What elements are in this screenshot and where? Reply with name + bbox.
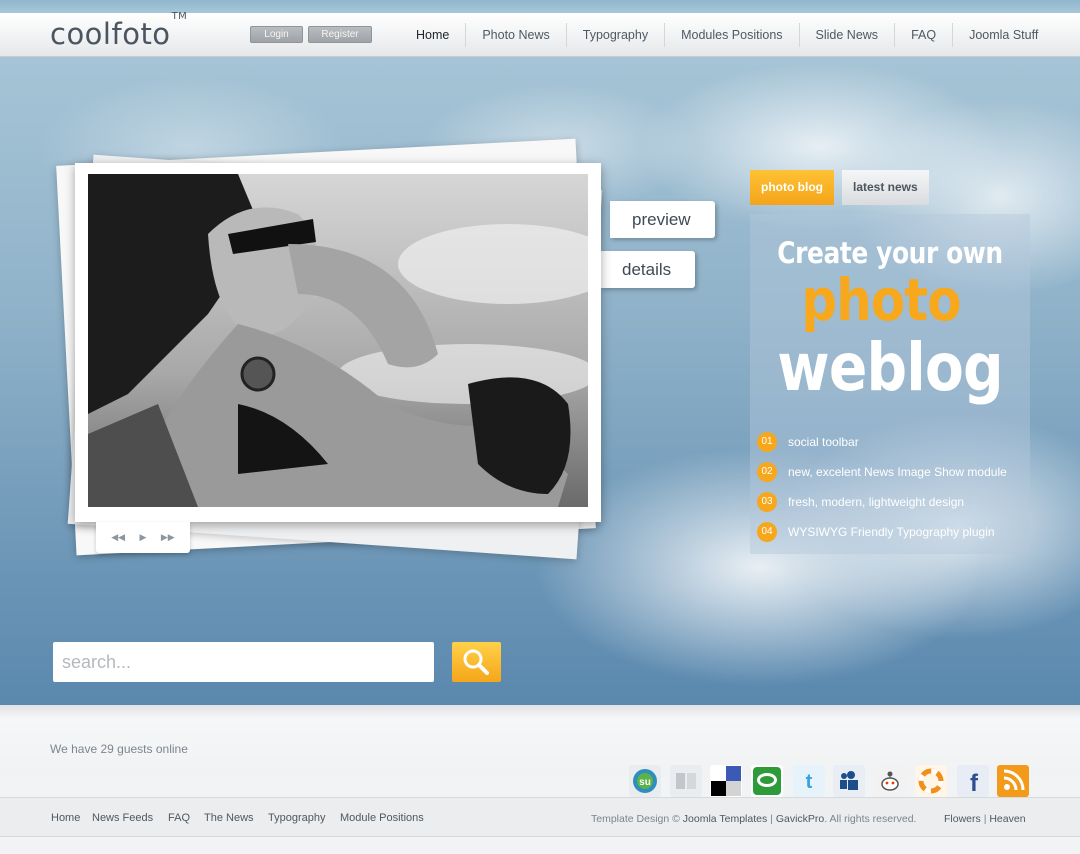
register-button[interactable]: Register: [308, 26, 372, 43]
slideshow-controls: ◀◀ ▶ ▶▶: [96, 522, 190, 553]
feature-text: WYSIWYG Friendly Typography plugin: [788, 525, 995, 539]
login-button[interactable]: Login: [250, 26, 303, 43]
nav-typography[interactable]: Typography: [565, 23, 664, 47]
prev-icon[interactable]: ◀◀: [111, 532, 125, 543]
nav-modules-positions[interactable]: Modules Positions: [664, 23, 798, 47]
stumbleupon-icon[interactable]: su: [629, 765, 661, 797]
footer-link-faq[interactable]: FAQ: [168, 812, 190, 824]
header: coolfotoTM Login Register Home Photo New…: [0, 11, 1080, 57]
main-nav: Home Photo News Typography Modules Posit…: [400, 13, 1054, 57]
footer-link-module-positions[interactable]: Module Positions: [340, 812, 424, 824]
myspace-icon[interactable]: [833, 765, 865, 797]
feature-number: 03: [757, 492, 777, 512]
tab-photo-blog[interactable]: photo blog: [750, 170, 834, 205]
nav-photo-news[interactable]: Photo News: [465, 23, 565, 47]
feature-number: 04: [757, 522, 777, 542]
feature-text: new, excelent News Image Show module: [788, 465, 1007, 479]
footer-link-the-news[interactable]: The News: [204, 812, 254, 824]
svg-text:f: f: [970, 770, 979, 795]
guests-online: We have 29 guests online: [50, 742, 188, 756]
feature-item: 03 fresh, modern, lightweight design: [757, 492, 964, 512]
search-button[interactable]: [452, 642, 501, 682]
magnifier-icon: [463, 649, 489, 675]
details-tab[interactable]: details: [600, 251, 696, 288]
footer-bar: [0, 797, 1080, 837]
footer-link-typography[interactable]: Typography: [268, 812, 325, 824]
promo-headline-large: weblog: [777, 329, 1003, 406]
copyright: Template Design © Joomla Templates | Gav…: [591, 813, 917, 825]
lifesaver-icon[interactable]: [915, 765, 947, 797]
play-icon[interactable]: ▶: [140, 532, 147, 543]
hero: preview details ◀◀ ▶ ▶▶ photo blog lates…: [0, 57, 1080, 705]
nav-home[interactable]: Home: [400, 23, 465, 47]
facebook-icon[interactable]: f: [957, 765, 989, 797]
next-icon[interactable]: ▶▶: [161, 532, 175, 543]
feature-number: 01: [757, 432, 777, 452]
promo-headline-accent: photo: [801, 266, 961, 334]
top-strip: [0, 0, 1080, 14]
promo-panel: Create your own photo weblog 01 social t…: [750, 214, 1030, 554]
twitter-icon[interactable]: t: [793, 765, 825, 797]
delicious-icon[interactable]: [710, 765, 742, 797]
footer-link-news-feeds[interactable]: News Feeds: [92, 812, 153, 824]
search-input[interactable]: [53, 642, 434, 682]
theme-switcher: Flowers | Heaven: [944, 813, 1026, 825]
rss-icon[interactable]: [997, 765, 1029, 797]
nav-faq[interactable]: FAQ: [894, 23, 952, 47]
chat-icon[interactable]: [751, 765, 783, 797]
theme-flowers-link[interactable]: Flowers: [944, 813, 981, 825]
feature-text: social toolbar: [788, 435, 859, 449]
preview-tab[interactable]: preview: [610, 201, 715, 238]
theme-heaven-link[interactable]: Heaven: [989, 813, 1025, 825]
reddit-icon[interactable]: [874, 765, 906, 797]
feature-number: 02: [757, 462, 777, 482]
logo[interactable]: coolfotoTM: [50, 11, 187, 51]
feature-item: 04 WYSIWYG Friendly Typography plugin: [757, 522, 995, 542]
nav-joomla-stuff[interactable]: Joomla Stuff: [952, 23, 1054, 47]
nav-slide-news[interactable]: Slide News: [798, 23, 895, 47]
feature-item: 02 new, excelent News Image Show module: [757, 462, 1007, 482]
slideshow-photo[interactable]: [88, 174, 588, 507]
gavickpro-link[interactable]: GavickPro: [776, 813, 824, 825]
feature-item: 01 social toolbar: [757, 432, 859, 452]
slideshow-frame: [75, 163, 601, 522]
feature-text: fresh, modern, lightweight design: [788, 495, 965, 509]
footer-link-home[interactable]: Home: [51, 812, 80, 824]
joomla-templates-link[interactable]: Joomla Templates: [683, 813, 767, 825]
mixx-icon[interactable]: [670, 765, 702, 797]
tab-latest-news[interactable]: latest news: [842, 170, 929, 205]
svg-text:su: su: [639, 777, 651, 788]
svg-text:t: t: [806, 771, 813, 793]
promo-headline: Create your own: [777, 236, 1003, 270]
